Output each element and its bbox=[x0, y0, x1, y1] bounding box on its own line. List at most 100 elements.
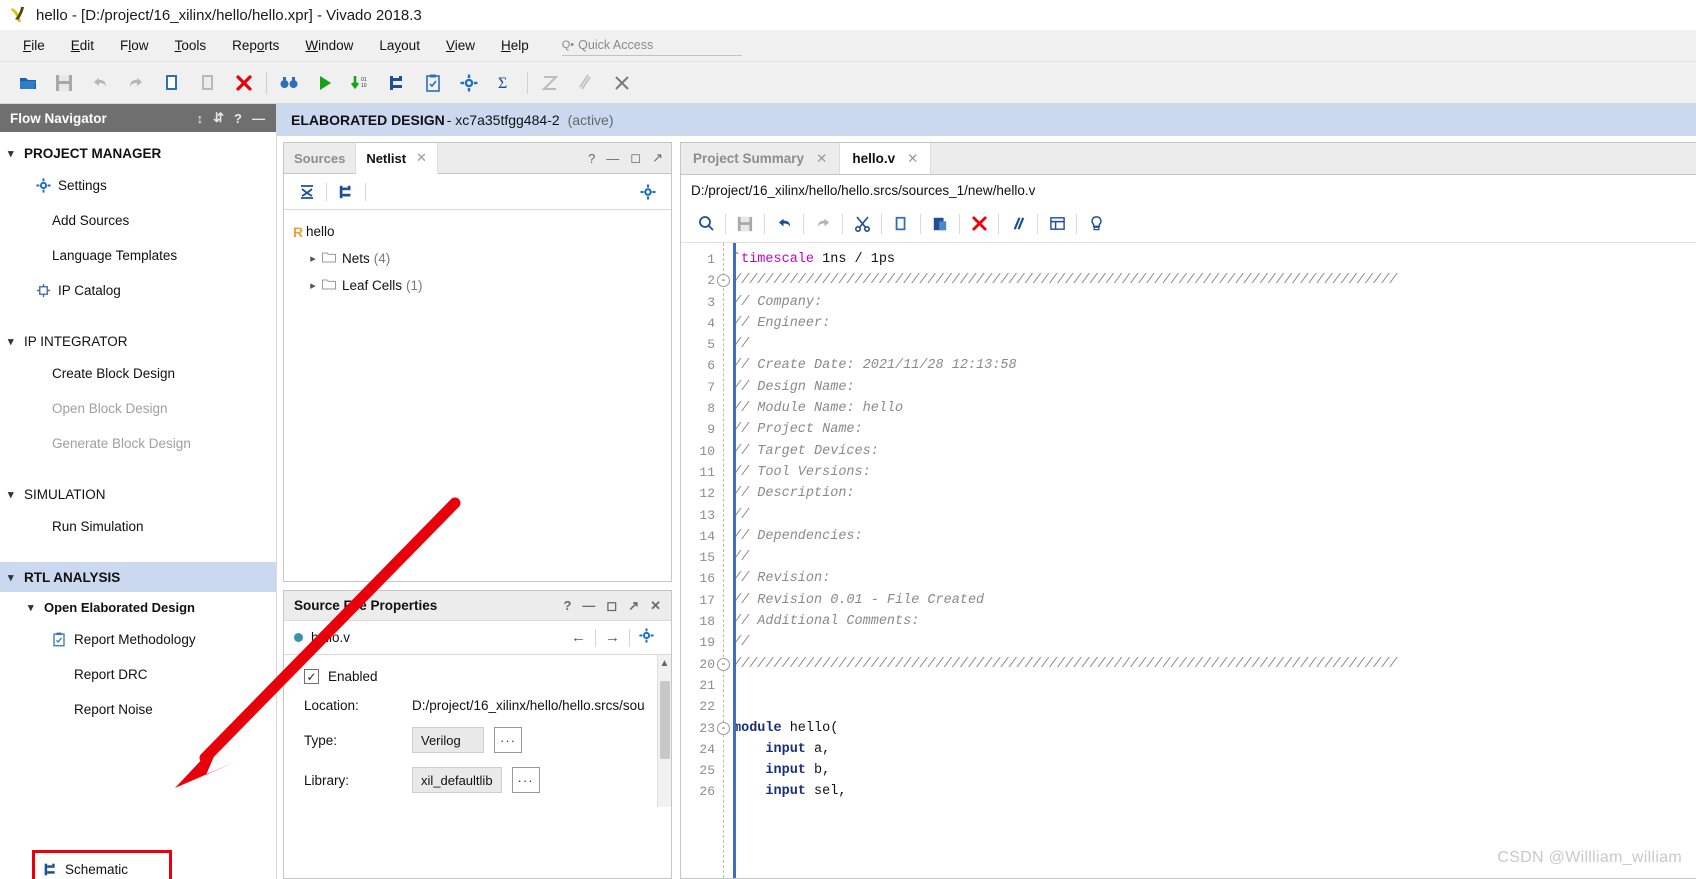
schematic-icon[interactable] bbox=[331, 179, 361, 205]
scrollbar-thumb[interactable] bbox=[660, 681, 670, 759]
forward-arrow-icon[interactable]: → bbox=[596, 629, 629, 646]
menu-flow[interactable]: Flow bbox=[107, 34, 162, 57]
fn-item-add-sources[interactable]: Add Sources bbox=[0, 203, 276, 238]
fn-section-project-manager[interactable]: ▾ PROJECT MANAGER bbox=[0, 138, 276, 168]
help-question-icon[interactable]: ? bbox=[229, 111, 247, 126]
minimize-icon[interactable]: — bbox=[606, 151, 619, 166]
search-icon[interactable] bbox=[687, 209, 725, 239]
fn-item-run-simulation[interactable]: Run Simulation bbox=[0, 509, 276, 544]
code-line[interactable]: `timescale 1ns / 1ps bbox=[733, 249, 1696, 270]
code-line[interactable]: module hello( bbox=[733, 718, 1696, 739]
code-line[interactable]: // Module Name: hello bbox=[733, 398, 1696, 419]
quick-access-input[interactable]: Q• Quick Access bbox=[561, 35, 742, 56]
editor-tab-hello-v[interactable]: hello.v ✕ bbox=[840, 143, 932, 174]
fn-item-report-methodology[interactable]: Report Methodology bbox=[0, 622, 276, 657]
fn-item-language-templates[interactable]: Language Templates bbox=[0, 238, 276, 273]
minimize-icon[interactable]: — bbox=[247, 111, 270, 126]
menu-file[interactable]: File bbox=[10, 34, 58, 57]
fn-item-ip-catalog[interactable]: IP Catalog bbox=[0, 273, 276, 308]
report-clipboard-icon[interactable] bbox=[415, 67, 451, 99]
maximize-icon[interactable]: ◻ bbox=[630, 150, 641, 166]
fold-cell[interactable]: - bbox=[715, 654, 733, 675]
netlist-node-leaf-cells[interactable]: ▸ Leaf Cells (1) bbox=[290, 272, 671, 299]
code-line[interactable]: ////////////////////////////////////////… bbox=[733, 270, 1696, 291]
expand-toggle-icon[interactable]: ⇵ bbox=[208, 110, 229, 126]
code-line[interactable]: // Engineer: bbox=[733, 313, 1696, 334]
settings-gear-icon[interactable] bbox=[451, 67, 487, 99]
copy-icon[interactable] bbox=[882, 209, 920, 239]
help-question-icon[interactable]: ? bbox=[563, 598, 571, 613]
netlist-root-hello[interactable]: R hello bbox=[290, 218, 671, 245]
chevron-right-icon[interactable]: ▸ bbox=[304, 252, 322, 265]
fold-cell[interactable]: - bbox=[715, 718, 733, 739]
maximize-icon[interactable]: ◻ bbox=[606, 598, 617, 614]
comment-slashes-icon[interactable] bbox=[999, 209, 1037, 239]
chevron-right-icon[interactable]: ▸ bbox=[304, 279, 322, 292]
fn-item-report-noise[interactable]: Report Noise bbox=[0, 692, 276, 727]
menu-window[interactable]: Window bbox=[292, 34, 366, 57]
tab-sources[interactable]: Sources bbox=[284, 143, 357, 173]
float-icon[interactable]: ↗ bbox=[628, 598, 639, 614]
fold-collapse-icon[interactable]: - bbox=[717, 657, 730, 671]
fn-item-report-drc[interactable]: Report DRC bbox=[0, 657, 276, 692]
code-area[interactable]: 1 2 3 4 5 6 7 8 9 10 11 12 13 14 15 16 17 18 19 20 21 22 23 24 2… bbox=[681, 243, 1696, 878]
back-arrow-icon[interactable]: ← bbox=[562, 629, 595, 646]
settings-gear-icon[interactable] bbox=[630, 628, 663, 647]
fn-item-create-block-design[interactable]: Create Block Design bbox=[0, 356, 276, 391]
library-field[interactable]: xil_defaultlib bbox=[412, 767, 502, 793]
paste-icon[interactable] bbox=[921, 209, 959, 239]
open-project-icon[interactable] bbox=[10, 67, 46, 99]
code-line[interactable]: // Revision: bbox=[733, 568, 1696, 589]
close-icon[interactable]: ✕ bbox=[416, 150, 427, 166]
fold-cell[interactable]: - bbox=[715, 270, 733, 291]
save-icon[interactable] bbox=[46, 67, 82, 99]
code-line[interactable]: // bbox=[733, 334, 1696, 355]
collapse-all-icon[interactable]: ↕ bbox=[192, 111, 209, 126]
close-icon[interactable]: ✕ bbox=[816, 151, 827, 167]
menu-view[interactable]: View bbox=[433, 34, 488, 57]
type-browse-button[interactable]: ··· bbox=[494, 727, 522, 753]
menu-layout[interactable]: Layout bbox=[366, 34, 433, 57]
indent-icon[interactable] bbox=[1038, 209, 1076, 239]
code-fold-column[interactable]: - - - bbox=[715, 243, 733, 878]
library-browse-button[interactable]: ··· bbox=[511, 767, 540, 793]
code-line[interactable]: // Target Devices: bbox=[733, 441, 1696, 462]
cut-scissors-icon[interactable] bbox=[843, 209, 881, 239]
fold-collapse-icon[interactable]: - bbox=[717, 721, 730, 735]
fn-item-schematic[interactable]: Schematic bbox=[32, 850, 172, 879]
code-line[interactable]: input b, bbox=[733, 760, 1696, 781]
settings-gear-icon[interactable] bbox=[633, 179, 663, 205]
editor-tab-project-summary[interactable]: Project Summary ✕ bbox=[681, 143, 841, 174]
code-line[interactable]: input sel, bbox=[733, 781, 1696, 802]
code-line[interactable]: // bbox=[733, 547, 1696, 568]
close-red-x-icon[interactable] bbox=[226, 67, 262, 99]
code-line[interactable] bbox=[733, 675, 1696, 696]
collapse-all-icon[interactable] bbox=[292, 179, 322, 205]
code-line[interactable]: input a, bbox=[733, 739, 1696, 760]
scroll-up-icon[interactable]: ▲ bbox=[658, 655, 671, 669]
code-line[interactable]: // Additional Comments: bbox=[733, 611, 1696, 632]
copy-icon[interactable] bbox=[154, 67, 190, 99]
close-icon[interactable]: ✕ bbox=[907, 151, 918, 167]
code-line[interactable]: // Design Name: bbox=[733, 377, 1696, 398]
code-line[interactable]: // Tool Versions: bbox=[733, 462, 1696, 483]
code-line[interactable]: // Create Date: 2021/11/28 12:13:58 bbox=[733, 355, 1696, 376]
enabled-checkbox[interactable]: ✓ bbox=[304, 669, 319, 684]
fn-section-simulation[interactable]: ▾ SIMULATION bbox=[0, 479, 276, 509]
float-icon[interactable]: ↗ bbox=[652, 150, 663, 166]
run-green-play-icon[interactable] bbox=[307, 67, 343, 99]
minimize-icon[interactable]: — bbox=[582, 598, 595, 613]
code-line[interactable]: // Dependencies: bbox=[733, 526, 1696, 547]
bulb-icon[interactable] bbox=[1077, 209, 1115, 239]
fn-section-rtl-analysis[interactable]: ▾ RTL ANALYSIS bbox=[0, 562, 276, 592]
undo-icon[interactable] bbox=[765, 209, 803, 239]
code-line[interactable]: // Company: bbox=[733, 292, 1696, 313]
delete-red-x-icon[interactable] bbox=[960, 209, 998, 239]
type-field[interactable]: Verilog bbox=[412, 727, 484, 753]
code-line[interactable]: // Project Name: bbox=[733, 419, 1696, 440]
code-line[interactable]: // bbox=[733, 505, 1696, 526]
menu-edit[interactable]: Edit bbox=[58, 34, 107, 57]
fn-subgroup-open-elaborated-design[interactable]: ▾ Open Elaborated Design bbox=[0, 592, 276, 622]
code-line[interactable]: // bbox=[733, 632, 1696, 653]
code-line[interactable] bbox=[733, 696, 1696, 717]
